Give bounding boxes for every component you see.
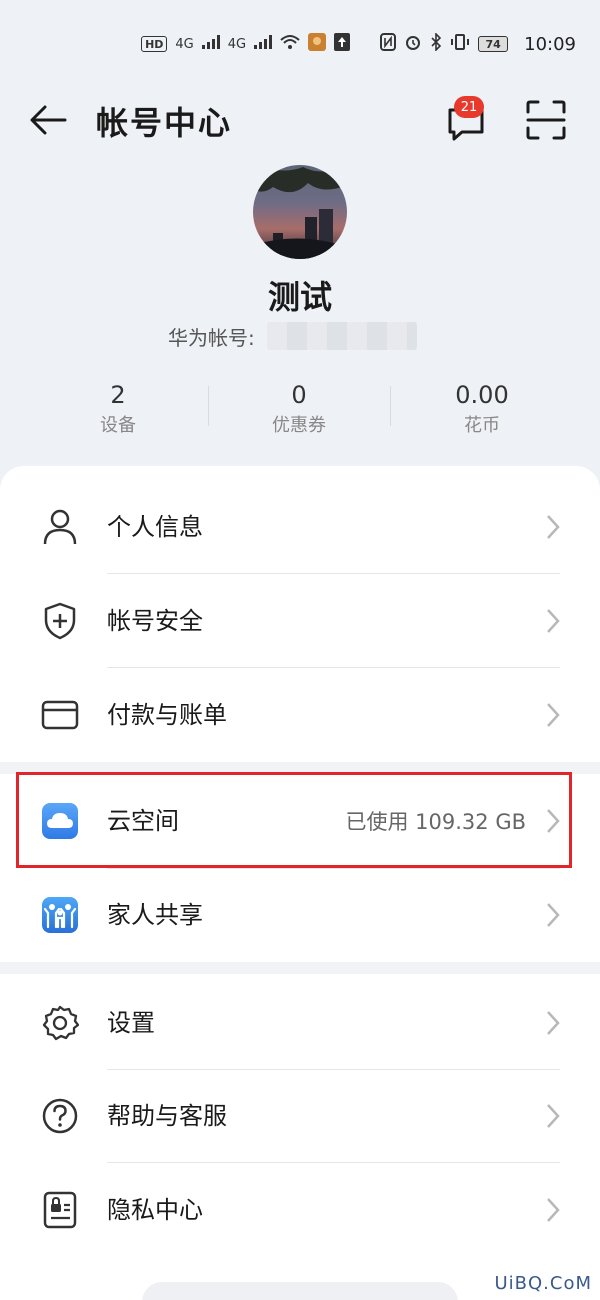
chevron-right-icon [547, 903, 560, 927]
stat-devices[interactable]: 2 设备 [28, 378, 208, 440]
stat-divider [390, 386, 391, 426]
username: 测试 [267, 278, 332, 316]
bluetooth-icon [430, 32, 442, 55]
scan-icon [526, 100, 566, 140]
stat-huawei-coins[interactable]: 0.00 花币 [392, 378, 572, 440]
hd-sim-1-badge: HD [141, 36, 168, 52]
menu-item-privacy-center[interactable]: 隐私中心 [0, 1163, 600, 1257]
stat-label: 优惠券 [272, 415, 326, 436]
chevron-right-icon [547, 1104, 560, 1128]
network-1-label: 4G [175, 36, 194, 52]
chevron-right-icon [547, 1011, 560, 1035]
stat-value: 0.00 [455, 381, 509, 409]
chevron-right-icon [547, 1198, 560, 1222]
menu-item-account-security[interactable]: 帐号安全 [0, 574, 600, 668]
title-bar: 帐号中心 21 [0, 88, 600, 152]
status-icons: HD 4G 4G 74 [141, 32, 509, 55]
nfc-icon [380, 33, 397, 55]
account-id-label: 华为帐号: [168, 325, 255, 350]
avatar[interactable] [253, 165, 347, 259]
person-icon [40, 507, 80, 547]
chevron-right-icon [547, 515, 560, 539]
back-button[interactable] [24, 100, 72, 140]
menu-item-help-service[interactable]: 帮助与客服 [0, 1069, 600, 1163]
menu-label: 付款与账单 [107, 701, 227, 729]
alarm-icon [404, 33, 422, 55]
menu-label: 个人信息 [107, 513, 203, 541]
privacy-lock-icon [40, 1190, 80, 1230]
chevron-right-icon [547, 703, 560, 727]
highlight-annotation-box [16, 772, 572, 868]
battery-icon: 74 [478, 36, 509, 52]
menu-label: 家人共享 [107, 901, 203, 929]
upload-icon [334, 33, 351, 55]
menu-item-settings[interactable]: 设置 [0, 976, 600, 1070]
signal-2-icon [254, 35, 273, 53]
arrow-left-icon [30, 105, 67, 135]
menu-label: 帮助与客服 [107, 1102, 227, 1130]
status-bar: HD 4G 4G 74 10:09 [0, 0, 600, 88]
stat-value: 2 [110, 381, 126, 409]
menu-label: 帐号安全 [107, 607, 203, 635]
watermark: UiBQ.CoM [494, 1273, 592, 1294]
status-time: 10:09 [524, 33, 576, 55]
credit-card-icon [40, 695, 80, 735]
shield-icon [40, 601, 80, 641]
stat-coupons[interactable]: 0 优惠券 [209, 378, 389, 440]
account-id-masked [266, 322, 417, 350]
menu-card: 个人信息 帐号安全 付款与账单 云空间 已使用 109.32 GB 家人共享 设… [0, 466, 600, 1300]
network-2-label: 4G [227, 36, 247, 52]
chevron-right-icon [547, 609, 560, 633]
stat-label: 花币 [464, 415, 500, 436]
messages-button[interactable]: 21 [442, 96, 492, 144]
menu-label: 隐私中心 [107, 1196, 203, 1224]
menu-item-family-sharing[interactable]: 家人共享 [0, 868, 600, 962]
message-count-badge: 21 [454, 96, 484, 118]
vibrate-icon [450, 33, 470, 55]
account-id-line: 华为帐号: [168, 320, 417, 352]
stat-value: 0 [291, 381, 307, 409]
family-icon [40, 895, 80, 935]
wifi-icon [280, 34, 300, 54]
app-notification-icon [308, 33, 327, 55]
help-circle-icon [40, 1096, 80, 1136]
bottom-action-pill[interactable] [142, 1282, 458, 1300]
signal-1-icon [201, 35, 220, 53]
avatar-image [253, 165, 347, 259]
gear-icon [40, 1003, 80, 1043]
menu-item-payment-billing[interactable]: 付款与账单 [0, 668, 600, 762]
scan-button[interactable] [524, 98, 568, 142]
menu-item-personal-info[interactable]: 个人信息 [0, 480, 600, 574]
page-title: 帐号中心 [96, 104, 233, 142]
stat-label: 设备 [100, 415, 136, 436]
stats-row: 2 设备 0 优惠券 0.00 花币 [0, 378, 600, 442]
menu-label: 设置 [107, 1009, 155, 1037]
group-separator [0, 962, 600, 974]
